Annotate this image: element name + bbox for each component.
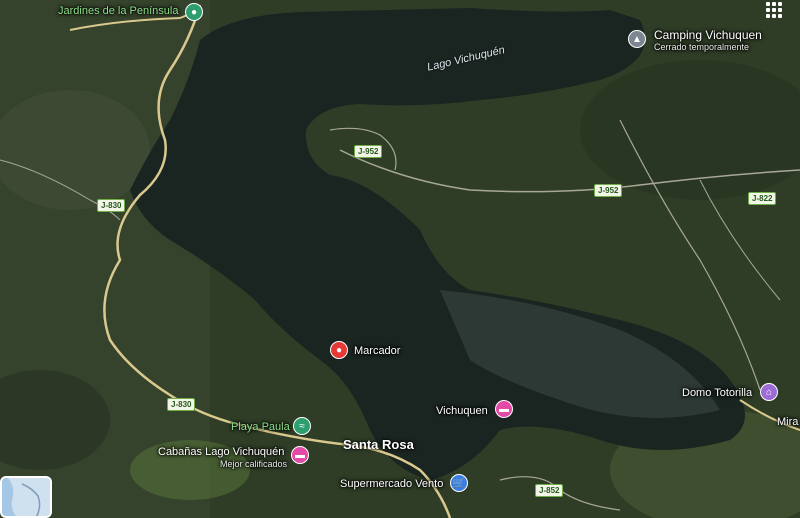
- shopping-cart-icon[interactable]: 🛒: [450, 474, 468, 492]
- place-label-supermercado[interactable]: Supermercado Vento: [340, 478, 443, 490]
- red-pin-icon[interactable]: ●: [330, 341, 348, 359]
- place-label-jardines[interactable]: Jardines de la Península: [58, 5, 178, 17]
- place-label-vichuquen[interactable]: Vichuquen: [436, 405, 488, 417]
- town-label-santa-rosa[interactable]: Santa Rosa: [343, 437, 414, 452]
- road-shield: J-852: [535, 484, 564, 497]
- place-sub-cabanas: Mejor calificados: [220, 459, 288, 469]
- map-thumbnail: [2, 478, 50, 516]
- park-icon[interactable]: ●: [185, 3, 203, 21]
- road-shield: J-822: [748, 192, 777, 205]
- map-canvas[interactable]: Lago Vichuquén Jardines de la Península …: [0, 0, 800, 518]
- hotel-icon[interactable]: ▬: [495, 400, 513, 418]
- apps-grid-icon[interactable]: [766, 2, 782, 18]
- place-label-mira[interactable]: Mira: [777, 416, 798, 428]
- place-status-camping: Cerrado temporalmente: [654, 42, 750, 52]
- place-label-domo[interactable]: Domo Totorilla: [682, 387, 752, 399]
- place-label-cabanas[interactable]: Cabañas Lago Vichuquén: [158, 446, 284, 458]
- road-shield: J-952: [594, 184, 623, 197]
- place-label-camping[interactable]: Camping Vichuquen: [654, 28, 762, 42]
- place-label-playa[interactable]: Playa Paula: [231, 421, 290, 433]
- campground-icon[interactable]: ▲: [628, 30, 646, 48]
- beach-icon[interactable]: ≈: [293, 417, 311, 435]
- place-label-marcador[interactable]: Marcador: [354, 345, 400, 357]
- road-shield: J-952: [354, 145, 383, 158]
- road-shield: J-830: [97, 199, 126, 212]
- hotel-icon[interactable]: ▬: [291, 446, 309, 464]
- lodging-icon[interactable]: ⌂: [760, 383, 778, 401]
- layers-icon[interactable]: [0, 476, 52, 518]
- road-shield: J-830: [167, 398, 196, 411]
